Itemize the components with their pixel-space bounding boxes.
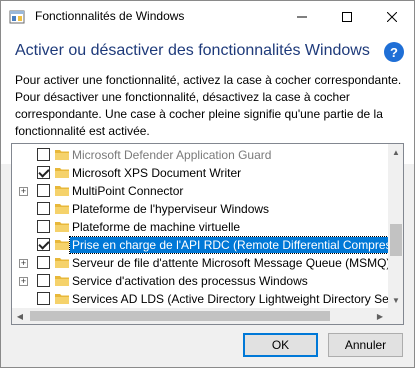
close-icon (386, 11, 397, 22)
scroll-down-icon[interactable]: ▼ (388, 292, 403, 308)
folder-icon (55, 168, 69, 178)
page-title: Activer ou désactiver des fonctionnalité… (15, 42, 370, 59)
window-title: Fonctionnalités de Windows (35, 9, 185, 23)
feature-checkbox[interactable] (37, 274, 50, 287)
instructions-line: Pour désactiver une fonctionnalité, désa… (15, 90, 350, 104)
feature-row[interactable]: + Service d'activation des processus Wind… (12, 272, 388, 290)
title-bar[interactable]: Fonctionnalités de Windows (1, 1, 414, 32)
instructions-line: correspondante. Une case à cocher pleine… (15, 107, 383, 121)
feature-row[interactable]: Plateforme de l'hyperviseur Windows (12, 200, 388, 218)
feature-row[interactable]: Services AD LDS (Active Directory Lightw… (12, 290, 399, 308)
feature-row[interactable]: Plateforme de machine virtuelle (12, 218, 388, 236)
folder-icon (55, 222, 69, 232)
minimize-button[interactable] (279, 1, 324, 32)
feature-label: Plateforme de machine virtuelle (72, 220, 241, 234)
feature-label: Serveur de file d'attente Microsoft Mess… (72, 256, 391, 270)
scroll-left-icon[interactable]: ◀ (12, 308, 28, 324)
maximize-icon (341, 11, 352, 22)
feature-row[interactable]: Microsoft Defender Application Guard (12, 146, 388, 164)
feature-checkbox[interactable] (37, 256, 50, 269)
folder-icon (55, 150, 69, 160)
feature-checkbox[interactable] (37, 202, 50, 215)
folder-icon (55, 294, 69, 304)
folder-icon (55, 258, 69, 268)
feature-label: Services AD LDS (Active Directory Lightw… (72, 292, 399, 306)
cancel-button[interactable]: Annuler (328, 333, 403, 357)
scrollbar-thumb[interactable] (30, 311, 330, 321)
expand-icon[interactable]: + (19, 277, 28, 286)
close-button[interactable] (369, 1, 414, 32)
scrollbar-corner (388, 308, 403, 324)
feature-row[interactable]: + Serveur de file d'attente Microsoft Mes… (12, 254, 390, 272)
scrollbar-thumb[interactable] (390, 224, 402, 256)
feature-checkbox[interactable] (37, 292, 50, 305)
feature-checkbox[interactable] (37, 148, 50, 161)
folder-icon (55, 204, 69, 214)
feature-checkbox[interactable] (37, 238, 50, 251)
feature-tree[interactable]: Microsoft Defender Application Guard Micr… (11, 143, 404, 325)
feature-label: Microsoft XPS Document Writer (72, 166, 242, 180)
feature-label: MultiPoint Connector (72, 184, 184, 198)
feature-row[interactable]: + MultiPoint Connector (12, 182, 388, 200)
instructions: Pour activer une fonctionnalité, activez… (15, 72, 405, 140)
scroll-right-icon[interactable]: ▶ (372, 308, 388, 324)
windows-features-icon (9, 10, 25, 24)
vertical-scrollbar[interactable]: ▲ ▼ (388, 144, 403, 308)
folder-icon (55, 186, 69, 196)
expand-icon[interactable]: + (19, 187, 28, 196)
feature-label: Microsoft Defender Application Guard (72, 148, 272, 162)
horizontal-scrollbar[interactable]: ◀ ▶ (12, 308, 388, 324)
help-icon[interactable]: ? (384, 42, 404, 62)
features-dialog: Fonctionnalités de Windows Activer ou dé… (0, 0, 415, 368)
minimize-icon (296, 16, 307, 17)
ok-button[interactable]: OK (243, 333, 318, 357)
scroll-up-icon[interactable]: ▲ (388, 144, 403, 160)
instructions-line: fonctionnalité est activée. (15, 124, 150, 138)
maximize-button[interactable] (324, 1, 369, 32)
expand-icon[interactable]: + (19, 259, 28, 268)
feature-row[interactable]: Prise en charge de l'API RDC (Remote Dif… (12, 236, 403, 254)
instructions-line: Pour activer une fonctionnalité, activez… (15, 73, 402, 87)
feature-label: Plateforme de l'hyperviseur Windows (72, 202, 270, 216)
feature-label: Service d'activation des processus Windo… (72, 274, 308, 288)
feature-checkbox[interactable] (37, 184, 50, 197)
feature-label: Prise en charge de l'API RDC (Remote Dif… (68, 236, 403, 254)
folder-icon (55, 240, 69, 250)
feature-checkbox[interactable] (37, 220, 50, 233)
feature-row[interactable]: Microsoft XPS Document Writer (12, 164, 388, 182)
folder-icon (55, 276, 69, 286)
feature-checkbox[interactable] (37, 166, 50, 179)
